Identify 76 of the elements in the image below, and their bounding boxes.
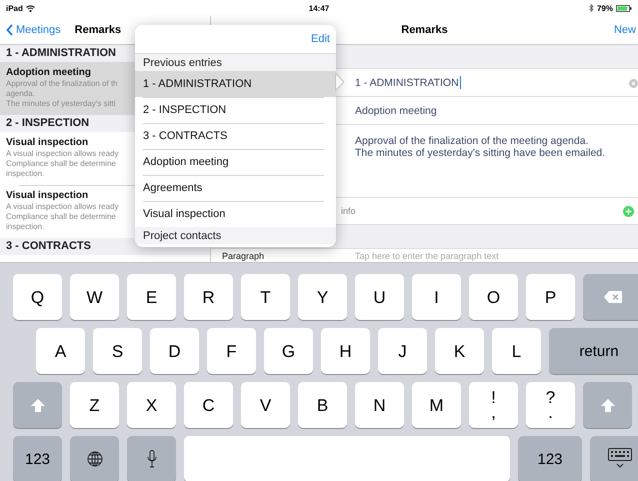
microphone-icon (146, 450, 156, 468)
entry-item[interactable]: Visual inspection (135, 201, 336, 227)
letter-key[interactable]: T (241, 274, 290, 320)
hide-keyboard-key[interactable] (590, 436, 638, 481)
remark-text: Compliance shall be determine (6, 159, 116, 169)
entry-item[interactable]: 1 - ADMINISTRATION (135, 71, 336, 97)
section-header: Project contacts (135, 227, 336, 244)
shift-key[interactable] (583, 382, 632, 428)
wifi-icon (26, 4, 35, 12)
letter-key[interactable]: H (321, 328, 370, 374)
letter-key[interactable]: Z (70, 382, 119, 428)
remark-text: The minutes of yesterday's sitti (6, 99, 116, 109)
backspace-icon (604, 291, 622, 303)
popover-arrow (335, 73, 344, 91)
remark-text: A visual inspection allows ready (6, 202, 119, 212)
field-label: Paragraph (221, 251, 266, 261)
dictation-key[interactable] (127, 436, 176, 481)
letter-key[interactable]: I (412, 274, 461, 320)
letter-key[interactable]: M (412, 382, 461, 428)
remark-text: agenda. (6, 89, 35, 99)
letter-key[interactable]: Q (13, 274, 62, 320)
punctuation-key[interactable]: ? . (526, 382, 575, 428)
letter-key[interactable]: B (298, 382, 347, 428)
letter-key[interactable]: L (492, 328, 541, 374)
return-key[interactable]: return (549, 328, 638, 374)
backspace-key[interactable] (583, 274, 638, 320)
globe-icon (86, 451, 102, 467)
remark-title: Visual inspection (6, 137, 88, 148)
letter-key[interactable]: J (378, 328, 427, 374)
bluetooth-icon (588, 4, 594, 12)
letter-key[interactable]: K (435, 328, 484, 374)
letter-key[interactable]: E (127, 274, 176, 320)
remark-text: Compliance shall be determine (6, 212, 116, 222)
back-chevron-icon (6, 24, 13, 36)
remark-text: inspection. (6, 169, 44, 179)
letter-key[interactable]: F (207, 328, 256, 374)
letter-key[interactable]: A (36, 328, 85, 374)
letter-key[interactable]: P (526, 274, 575, 320)
letter-key[interactable]: N (355, 382, 404, 428)
add-icon[interactable] (623, 206, 634, 216)
remark-text: A visual inspection allows ready (6, 149, 119, 159)
letter-key[interactable]: V (241, 382, 290, 428)
letter-key[interactable]: O (469, 274, 518, 320)
battery-icon (616, 4, 632, 12)
numbers-key[interactable]: 123 (13, 436, 62, 481)
nav-title: Remarks (401, 24, 448, 36)
letter-key[interactable]: Y (298, 274, 347, 320)
numbers-key[interactable]: 123 (518, 436, 582, 481)
clear-icon (629, 79, 638, 88)
remark-title: Visual inspection (6, 190, 88, 201)
clock-time: 14:47 (308, 4, 330, 12)
globe-key[interactable] (70, 436, 119, 481)
device-name: iPad (6, 4, 23, 12)
shift-icon (30, 398, 44, 412)
letter-key[interactable]: W (70, 274, 119, 320)
letter-key[interactable]: U (355, 274, 404, 320)
new-button[interactable]: New (614, 24, 636, 36)
back-button[interactable]: Meetings (6, 24, 61, 36)
remark-text: Approval of the finalization of th (6, 79, 118, 89)
shift-key[interactable] (13, 382, 62, 428)
letter-key[interactable]: G (264, 328, 313, 374)
letter-key[interactable]: X (127, 382, 176, 428)
letter-key[interactable]: C (184, 382, 233, 428)
remark-title: Adoption meeting (6, 67, 91, 78)
section-header: Previous entries (135, 54, 336, 71)
field-label: info (341, 206, 357, 216)
letter-key[interactable]: S (93, 328, 142, 374)
shift-icon (600, 398, 614, 412)
keyboard-icon (608, 448, 632, 470)
nav-title: Remarks (74, 24, 122, 36)
battery-percentage: 79% (596, 4, 613, 12)
punctuation-key[interactable]: ! , (469, 382, 518, 428)
letter-key[interactable]: R (184, 274, 233, 320)
remark-text: inspection. (6, 222, 44, 232)
letter-key[interactable]: D (150, 328, 199, 374)
edit-button[interactable]: Edit (311, 33, 330, 45)
